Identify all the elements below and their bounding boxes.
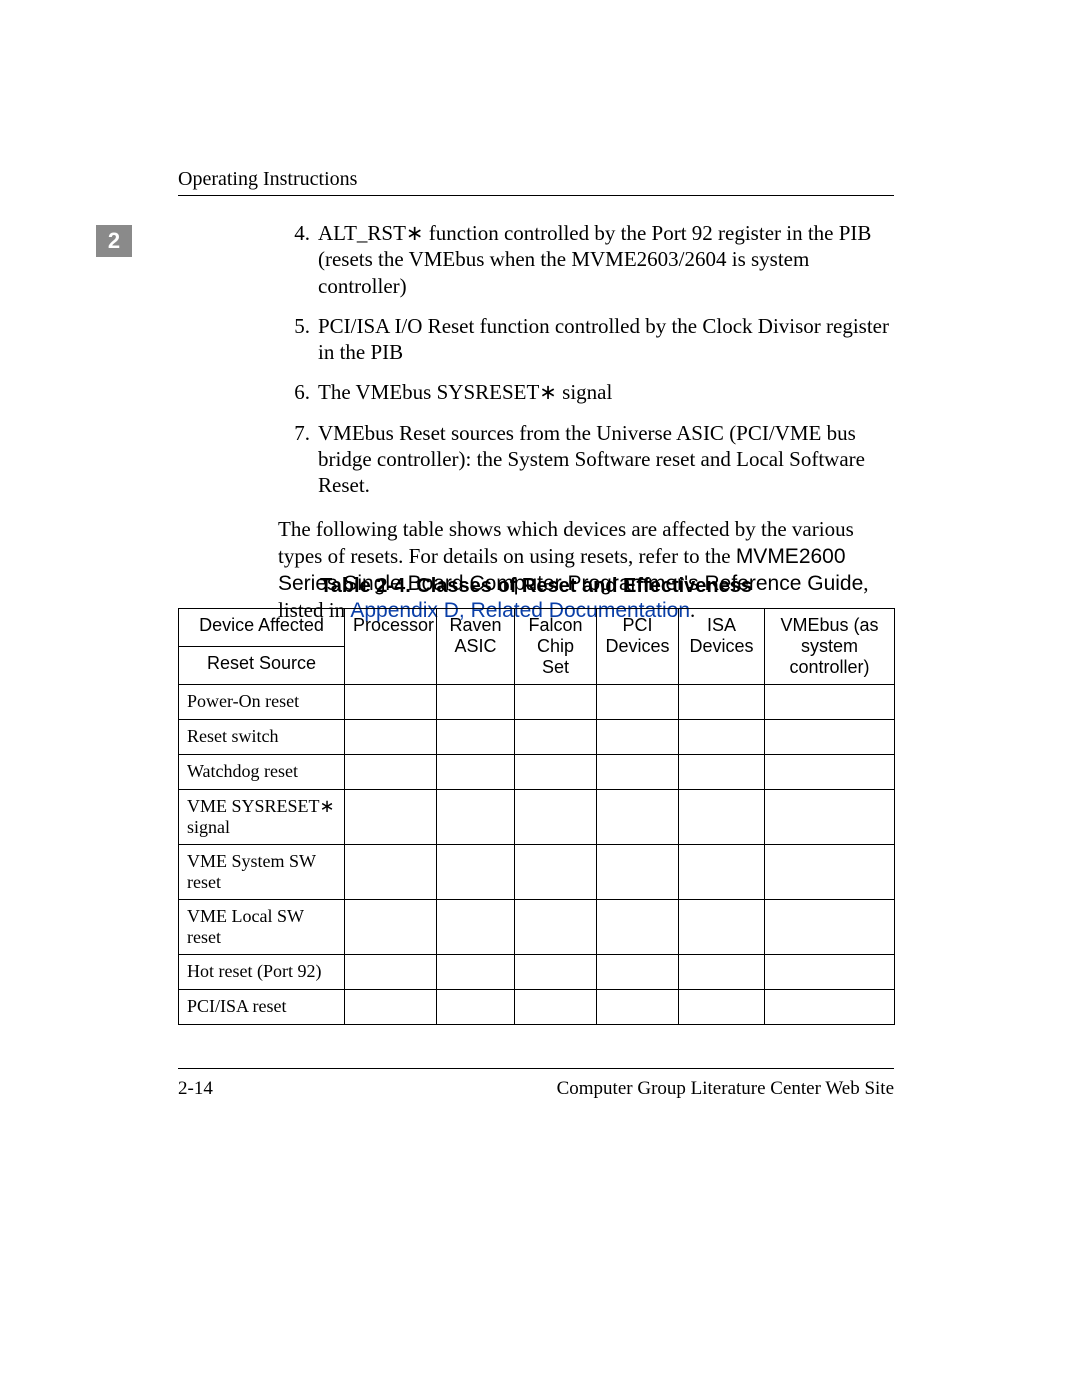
list-item-text: The VMEbus SYSRESET∗ signal xyxy=(318,379,894,405)
row-label: VME System SW reset xyxy=(179,845,345,900)
reset-effectiveness-table: Device Affected Processor Raven ASIC Fal… xyxy=(178,608,895,1025)
th-processor: Processor xyxy=(345,609,437,685)
cell xyxy=(679,955,765,990)
th-pci-devices: PCI Devices xyxy=(597,609,679,685)
row-label: Watchdog reset xyxy=(179,755,345,790)
cell xyxy=(345,685,437,720)
table-caption: Table 2-4. Classes of Reset and Effectiv… xyxy=(178,575,894,598)
row-label: Reset switch xyxy=(179,720,345,755)
cell xyxy=(515,900,597,955)
table-row: Reset switch xyxy=(179,720,895,755)
cell xyxy=(437,685,515,720)
document-page: Operating Instructions 2 4. ALT_RST∗ fun… xyxy=(0,0,1080,1397)
cell xyxy=(679,790,765,845)
list-item-text: ALT_RST∗ function controlled by the Port… xyxy=(318,220,894,299)
list-item: 5. PCI/ISA I/O Reset function controlled… xyxy=(278,313,894,366)
table-row: Hot reset (Port 92) xyxy=(179,955,895,990)
chapter-tab: 2 xyxy=(96,225,132,257)
row-label: Power-On reset xyxy=(179,685,345,720)
cell xyxy=(597,790,679,845)
table-row: VME System SW reset xyxy=(179,845,895,900)
cell xyxy=(679,900,765,955)
list-item: 4. ALT_RST∗ function controlled by the P… xyxy=(278,220,894,299)
cell xyxy=(765,845,895,900)
cell xyxy=(345,790,437,845)
th-falcon-chip-set: Falcon Chip Set xyxy=(515,609,597,685)
cell xyxy=(345,955,437,990)
footer-right-text: Computer Group Literature Center Web Sit… xyxy=(557,1078,894,1100)
cell xyxy=(515,990,597,1025)
list-item: 6. The VMEbus SYSRESET∗ signal xyxy=(278,379,894,405)
cell xyxy=(437,955,515,990)
table-row: VME Local SW reset xyxy=(179,900,895,955)
list-item-text: VMEbus Reset sources from the Universe A… xyxy=(318,420,894,499)
cell xyxy=(765,720,895,755)
cell xyxy=(765,685,895,720)
list-item-number: 5. xyxy=(278,313,318,366)
cell xyxy=(597,755,679,790)
cell xyxy=(679,990,765,1025)
cell xyxy=(515,790,597,845)
cell xyxy=(437,990,515,1025)
table-row: Power-On reset xyxy=(179,685,895,720)
row-label: VME SYSRESET∗ signal xyxy=(179,790,345,845)
list-item-number: 7. xyxy=(278,420,318,499)
cell xyxy=(437,900,515,955)
running-head: Operating Instructions xyxy=(178,168,357,191)
cell xyxy=(765,990,895,1025)
cell xyxy=(345,845,437,900)
cell xyxy=(437,720,515,755)
table-row: Watchdog reset xyxy=(179,755,895,790)
cell xyxy=(515,685,597,720)
cell xyxy=(765,900,895,955)
cell xyxy=(679,845,765,900)
cell xyxy=(345,755,437,790)
cell xyxy=(515,720,597,755)
cell xyxy=(679,755,765,790)
row-label: VME Local SW reset xyxy=(179,900,345,955)
cell xyxy=(597,955,679,990)
cell xyxy=(345,720,437,755)
list-item: 7. VMEbus Reset sources from the Univers… xyxy=(278,420,894,499)
row-label: PCI/ISA reset xyxy=(179,990,345,1025)
numbered-list: 4. ALT_RST∗ function controlled by the P… xyxy=(278,220,894,498)
cell xyxy=(515,845,597,900)
list-item-text: PCI/ISA I/O Reset function controlled by… xyxy=(318,313,894,366)
cell xyxy=(765,790,895,845)
cell xyxy=(437,845,515,900)
cell xyxy=(597,685,679,720)
content-area: 4. ALT_RST∗ function controlled by the P… xyxy=(278,220,894,634)
list-item-number: 4. xyxy=(278,220,318,299)
footer-rule xyxy=(178,1068,894,1069)
table-row: VME SYSRESET∗ signal xyxy=(179,790,895,845)
th-raven-asic: Raven ASIC xyxy=(437,609,515,685)
header-rule xyxy=(178,195,894,196)
cell xyxy=(437,755,515,790)
cell xyxy=(679,685,765,720)
cell xyxy=(345,990,437,1025)
cell xyxy=(515,955,597,990)
th-reset-source: Reset Source xyxy=(179,647,345,685)
cell xyxy=(679,720,765,755)
cell xyxy=(515,755,597,790)
cell xyxy=(765,755,895,790)
cell xyxy=(597,720,679,755)
table-row: PCI/ISA reset xyxy=(179,990,895,1025)
table-header-row-1: Device Affected Processor Raven ASIC Fal… xyxy=(179,609,895,647)
cell xyxy=(597,900,679,955)
cell xyxy=(345,900,437,955)
row-label: Hot reset (Port 92) xyxy=(179,955,345,990)
th-isa-devices: ISA Devices xyxy=(679,609,765,685)
cell xyxy=(597,990,679,1025)
th-device-affected: Device Affected xyxy=(179,609,345,647)
cell xyxy=(597,845,679,900)
th-vmebus: VMEbus (as system controller) xyxy=(765,609,895,685)
cell xyxy=(437,790,515,845)
list-item-number: 6. xyxy=(278,379,318,405)
page-number: 2-14 xyxy=(178,1078,213,1100)
cell xyxy=(765,955,895,990)
